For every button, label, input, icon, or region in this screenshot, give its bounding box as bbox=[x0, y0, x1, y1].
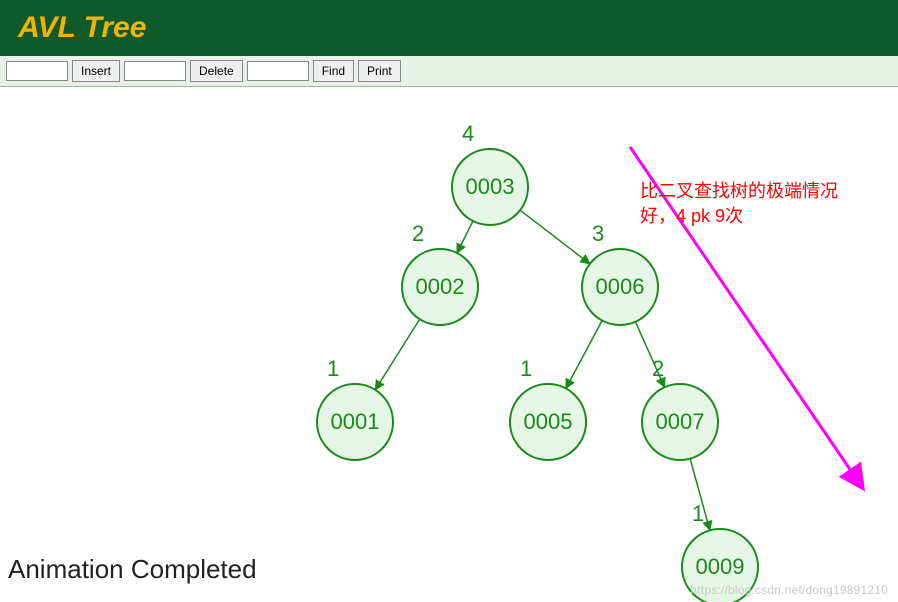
tree-edge bbox=[457, 221, 473, 253]
tree-svg: 0003 4 0002 2 0006 3 0001 1 0005 1 0007 2 0009 1 bbox=[0, 87, 898, 602]
node-label: 0001 bbox=[331, 409, 380, 434]
status-text: Animation Completed bbox=[8, 554, 257, 585]
node-label: 0003 bbox=[466, 174, 515, 199]
tree-edge bbox=[566, 321, 602, 389]
node-height: 4 bbox=[462, 121, 474, 146]
node-height: 3 bbox=[592, 221, 604, 246]
tree-canvas: 0003 4 0002 2 0006 3 0001 1 0005 1 0007 2 0009 1 比二叉查… bbox=[0, 87, 898, 602]
delete-button[interactable]: Delete bbox=[190, 60, 243, 82]
node-height: 1 bbox=[692, 501, 704, 526]
delete-input[interactable] bbox=[124, 61, 186, 81]
node-label: 0005 bbox=[524, 409, 573, 434]
node-height: 2 bbox=[652, 356, 664, 381]
tree-node: 0003 4 bbox=[452, 121, 528, 225]
tree-edge bbox=[520, 210, 590, 264]
print-button[interactable]: Print bbox=[358, 60, 401, 82]
node-label: 0007 bbox=[656, 409, 705, 434]
node-height: 2 bbox=[412, 221, 424, 246]
node-height: 1 bbox=[520, 356, 532, 381]
page-title: AVL Tree bbox=[18, 11, 146, 45]
watermark-text: https://blog.csdn.net/dong19891210 bbox=[690, 583, 888, 597]
insert-button[interactable]: Insert bbox=[72, 60, 120, 82]
tree-node: 0007 2 bbox=[642, 356, 718, 460]
annotation-note: 比二叉查找树的极端情况 好，4 pk 9次 bbox=[640, 179, 838, 229]
find-button[interactable]: Find bbox=[313, 60, 354, 82]
node-label: 0002 bbox=[416, 274, 465, 299]
tree-node: 0006 3 bbox=[582, 221, 658, 325]
tree-node: 0001 1 bbox=[317, 356, 393, 460]
annotation-line1: 比二叉查找树的极端情况 bbox=[640, 179, 838, 204]
node-height: 1 bbox=[327, 356, 339, 381]
node-label: 0006 bbox=[596, 274, 645, 299]
annotation-line2: 好，4 pk 9次 bbox=[640, 204, 838, 229]
tree-edge bbox=[375, 319, 420, 390]
insert-input[interactable] bbox=[6, 61, 68, 81]
header: AVL Tree bbox=[0, 0, 898, 56]
tree-node: 0002 2 bbox=[402, 221, 478, 325]
toolbar: Insert Delete Find Print bbox=[0, 56, 898, 87]
node-label: 0009 bbox=[696, 554, 745, 579]
find-input[interactable] bbox=[247, 61, 309, 81]
